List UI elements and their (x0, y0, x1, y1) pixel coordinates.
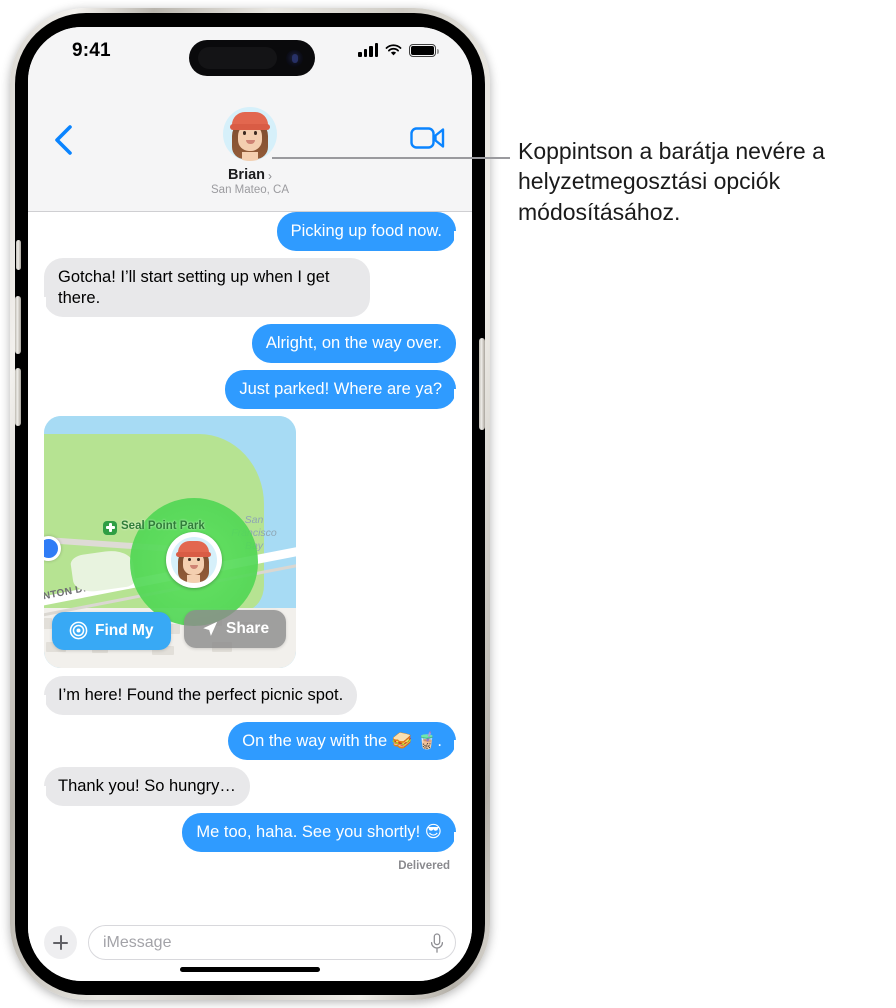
avatar (223, 107, 277, 161)
friend-location-pin[interactable] (166, 531, 222, 588)
message-row: I’m here! Found the perfect picnic spot. (28, 675, 472, 715)
message-bubble-incoming[interactable]: Thank you! So hungry… (36, 767, 250, 807)
volume-up-button[interactable] (15, 296, 21, 354)
contact-name: Brian (227, 167, 266, 183)
wifi-icon (385, 44, 402, 56)
message-input[interactable]: iMessage (88, 925, 456, 960)
message-placeholder: iMessage (103, 933, 172, 951)
delivered-status: Delivered (398, 860, 450, 873)
map-park-label: Seal Point Park (121, 519, 205, 532)
share-label: Share (226, 619, 270, 637)
message-row: Me too, haha. See you shortly! 😎 (28, 813, 472, 853)
park-marker-icon (103, 520, 117, 535)
status-icons (358, 43, 440, 57)
cellular-signal-icon (358, 43, 378, 57)
map-attachment[interactable]: INTON DR San Francisco Bay Seal Point Pa… (44, 415, 296, 668)
dynamic-island[interactable] (189, 40, 315, 76)
message-row: Alright, on the way over. (28, 324, 472, 364)
conversation-header: Brian › San Mateo, CA (28, 81, 472, 212)
microphone-icon[interactable] (430, 933, 444, 954)
message-bubble-incoming[interactable]: Gotcha! I’ll start setting up when I get… (36, 257, 370, 318)
message-bubble-outgoing[interactable]: On the way with the 🥪 🧋. (228, 721, 464, 761)
silent-switch[interactable] (16, 240, 21, 270)
add-attachment-button[interactable] (44, 926, 77, 959)
battery-icon (409, 44, 440, 57)
message-bubble-outgoing[interactable]: Picking up food now. (276, 212, 465, 251)
message-row: Gotcha! I’ll start setting up when I get… (28, 257, 472, 318)
message-bubble-incoming[interactable]: I’m here! Found the perfect picnic spot. (35, 675, 358, 715)
power-button[interactable] (479, 338, 485, 430)
findmy-radar-icon (69, 622, 88, 640)
volume-down-button[interactable] (15, 368, 21, 426)
message-bubble-outgoing[interactable]: Just parked! Where are ya? (225, 370, 464, 409)
friend-avatar (171, 536, 217, 583)
chevron-right-icon: › (268, 168, 273, 183)
status-time: 9:41 (72, 40, 111, 61)
find-my-button[interactable]: Find My (52, 611, 171, 650)
message-row: Thank you! So hungry… (28, 767, 472, 807)
front-camera-icon (286, 50, 303, 67)
share-button[interactable]: Share (184, 609, 287, 648)
message-thread[interactable]: Picking up food now. Gotcha! I’ll start … (28, 212, 472, 904)
contact-details-button[interactable]: Brian › San Mateo, CA (28, 107, 472, 196)
callout-leader-line (272, 157, 510, 160)
message-row: Just parked! Where are ya? (28, 370, 472, 409)
message-row: On the way with the 🥪 🧋. (28, 721, 472, 761)
message-row-map: INTON DR San Francisco Bay Seal Point Pa… (28, 415, 472, 668)
contact-location: San Mateo, CA (211, 184, 289, 196)
home-indicator[interactable] (180, 967, 320, 972)
status-bar: 9:41 (28, 27, 472, 81)
device-screen: 9:41 Brian › San Mateo, CA Picking up fo… (28, 27, 472, 981)
message-row: Picking up food now. (28, 212, 472, 251)
island-pill (198, 47, 277, 69)
message-bubble-outgoing[interactable]: Alright, on the way over. (251, 324, 456, 364)
share-arrow-icon (203, 621, 218, 636)
contact-name-row[interactable]: Brian › (28, 167, 472, 183)
find-my-label: Find My (95, 621, 154, 639)
message-bubble-outgoing[interactable]: Me too, haha. See you shortly! 😎 (182, 813, 464, 853)
callout-text: Koppintson a barátja nevére a helyzetmeg… (518, 138, 825, 225)
